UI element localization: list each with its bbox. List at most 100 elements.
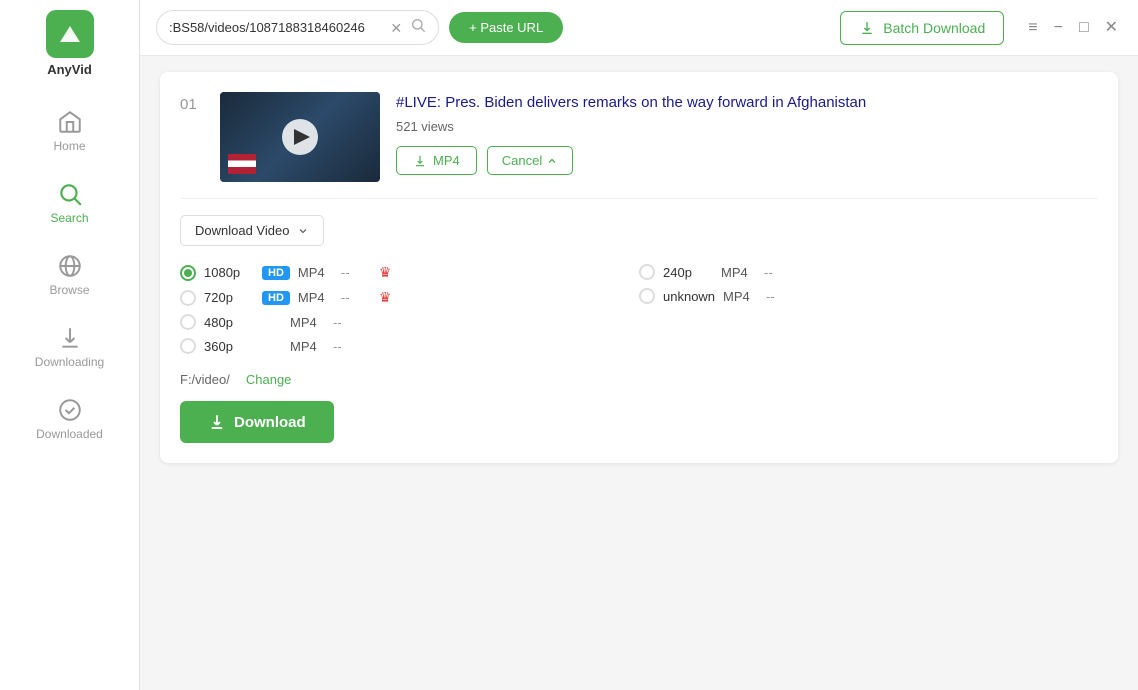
premium-icon-1080p: ♛: [379, 264, 392, 281]
app-name-label: AnyVid: [47, 62, 92, 77]
size-480p: --: [333, 315, 363, 330]
app-logo: AnyVid: [46, 10, 94, 77]
play-button[interactable]: [282, 119, 318, 155]
sidebar-item-home[interactable]: Home: [0, 97, 139, 165]
quality-row-720p: 720p HD MP4 -- ♛: [180, 285, 639, 310]
sidebar-item-browse-label: Browse: [49, 283, 89, 297]
download-button[interactable]: Download: [180, 401, 334, 443]
quality-label-720p: 720p: [204, 290, 254, 305]
sidebar-item-home-label: Home: [53, 139, 85, 153]
sidebar-item-downloading[interactable]: Downloading: [0, 313, 139, 381]
quality-radio-unknown[interactable]: [639, 288, 655, 304]
format-unknown: MP4: [723, 289, 758, 304]
video-header: 01 #LIVE: Pres. Biden delivers remarks o…: [180, 92, 1098, 182]
sidebar-item-downloaded-label: Downloaded: [36, 427, 103, 441]
size-240p: --: [764, 265, 794, 280]
quality-label-480p: 480p: [204, 315, 254, 330]
quality-row-unknown: unknown MP4 --: [639, 284, 1098, 308]
video-title: #LIVE: Pres. Biden delivers remarks on t…: [396, 92, 1098, 113]
quality-radio-360p[interactable]: [180, 338, 196, 354]
format-1080p: MP4: [298, 265, 333, 280]
batch-download-label: Batch Download: [883, 20, 985, 36]
quality-row-360p: 360p MP4 --: [180, 334, 639, 358]
format-240p: MP4: [721, 265, 756, 280]
search-icon: [57, 181, 83, 207]
size-720p: --: [341, 290, 371, 305]
chevron-down-icon: [297, 225, 309, 237]
sidebar-item-search-label: Search: [50, 211, 88, 225]
download-options: Download Video 1080p HD: [180, 198, 1098, 443]
quality-right-column: 240p MP4 -- unknown MP4 --: [639, 260, 1098, 358]
video-views: 521 views: [396, 119, 1098, 134]
close-button[interactable]: ✕: [1101, 16, 1122, 40]
flag-decoration: [228, 154, 256, 174]
sidebar: AnyVid Home Search Browse: [0, 0, 140, 690]
video-number: 01: [180, 92, 204, 113]
quality-row-1080p: 1080p HD MP4 -- ♛: [180, 260, 639, 285]
content-area: 01 #LIVE: Pres. Biden delivers remarks o…: [140, 56, 1138, 690]
mp4-download-icon: [413, 154, 427, 168]
minimize-button[interactable]: −: [1050, 16, 1067, 40]
titlebar: ✕ + Paste URL Batch Download ≡ − □ ✕: [140, 0, 1138, 56]
premium-icon-720p: ♛: [379, 289, 392, 306]
maximize-button[interactable]: □: [1075, 16, 1093, 40]
clear-url-button[interactable]: ✕: [388, 19, 404, 37]
sidebar-item-downloaded[interactable]: Downloaded: [0, 385, 139, 453]
size-unknown: --: [766, 289, 796, 304]
url-search-button[interactable]: [410, 17, 426, 38]
change-path-button[interactable]: Change: [246, 372, 292, 387]
downloading-icon: [57, 325, 83, 351]
quality-label-240p: 240p: [663, 265, 713, 280]
quality-label-unknown: unknown: [663, 289, 715, 304]
quality-grid: 1080p HD MP4 -- ♛ 720p HD MP4 --: [180, 260, 1098, 358]
chevron-up-icon: [546, 155, 558, 167]
video-thumbnail[interactable]: [220, 92, 380, 182]
format-dropdown-row: Download Video: [180, 215, 1098, 246]
downloaded-icon: [57, 397, 83, 423]
save-path-row: F:/video/ Change: [180, 372, 1098, 387]
format-dropdown-label: Download Video: [195, 223, 289, 238]
mp4-button[interactable]: MP4: [396, 146, 477, 175]
quality-radio-720p[interactable]: [180, 290, 196, 306]
sidebar-item-browse[interactable]: Browse: [0, 241, 139, 309]
quality-radio-240p[interactable]: [639, 264, 655, 280]
batch-download-button[interactable]: Batch Download: [840, 11, 1004, 45]
quality-row-480p: 480p MP4 --: [180, 310, 639, 334]
quality-radio-1080p[interactable]: [180, 265, 196, 281]
hd-badge-720p: HD: [262, 291, 290, 305]
batch-download-icon: [859, 20, 875, 36]
sidebar-item-search[interactable]: Search: [0, 169, 139, 237]
logo-icon: [46, 10, 94, 58]
sidebar-navigation: Home Search Browse Downloading: [0, 97, 139, 453]
size-1080p: --: [341, 265, 371, 280]
format-480p: MP4: [290, 315, 325, 330]
format-dropdown[interactable]: Download Video: [180, 215, 324, 246]
quality-row-240p: 240p MP4 --: [639, 260, 1098, 284]
quality-radio-480p[interactable]: [180, 314, 196, 330]
mp4-label: MP4: [433, 153, 460, 168]
quality-left-column: 1080p HD MP4 -- ♛ 720p HD MP4 --: [180, 260, 639, 358]
url-input[interactable]: [169, 20, 382, 35]
format-720p: MP4: [298, 290, 333, 305]
size-360p: --: [333, 339, 363, 354]
video-info: #LIVE: Pres. Biden delivers remarks on t…: [396, 92, 1098, 175]
url-input-wrapper: ✕: [156, 10, 439, 45]
download-button-label: Download: [234, 414, 306, 431]
cancel-label: Cancel: [502, 153, 542, 168]
cancel-button[interactable]: Cancel: [487, 146, 573, 175]
window-controls: ≡ − □ ✕: [1024, 16, 1122, 40]
menu-button[interactable]: ≡: [1024, 16, 1041, 40]
format-360p: MP4: [290, 339, 325, 354]
quality-label-360p: 360p: [204, 339, 254, 354]
home-icon: [57, 109, 83, 135]
hd-badge-1080p: HD: [262, 266, 290, 280]
search-small-icon: [410, 17, 426, 33]
video-card: 01 #LIVE: Pres. Biden delivers remarks o…: [160, 72, 1118, 463]
sidebar-item-downloading-label: Downloading: [35, 355, 104, 369]
main-area: ✕ + Paste URL Batch Download ≡ − □ ✕: [140, 0, 1138, 690]
paste-url-button[interactable]: + Paste URL: [449, 12, 563, 43]
download-icon: [208, 413, 226, 431]
quality-label-1080p: 1080p: [204, 265, 254, 280]
video-actions: MP4 Cancel: [396, 146, 1098, 175]
save-path-label: F:/video/: [180, 372, 230, 387]
